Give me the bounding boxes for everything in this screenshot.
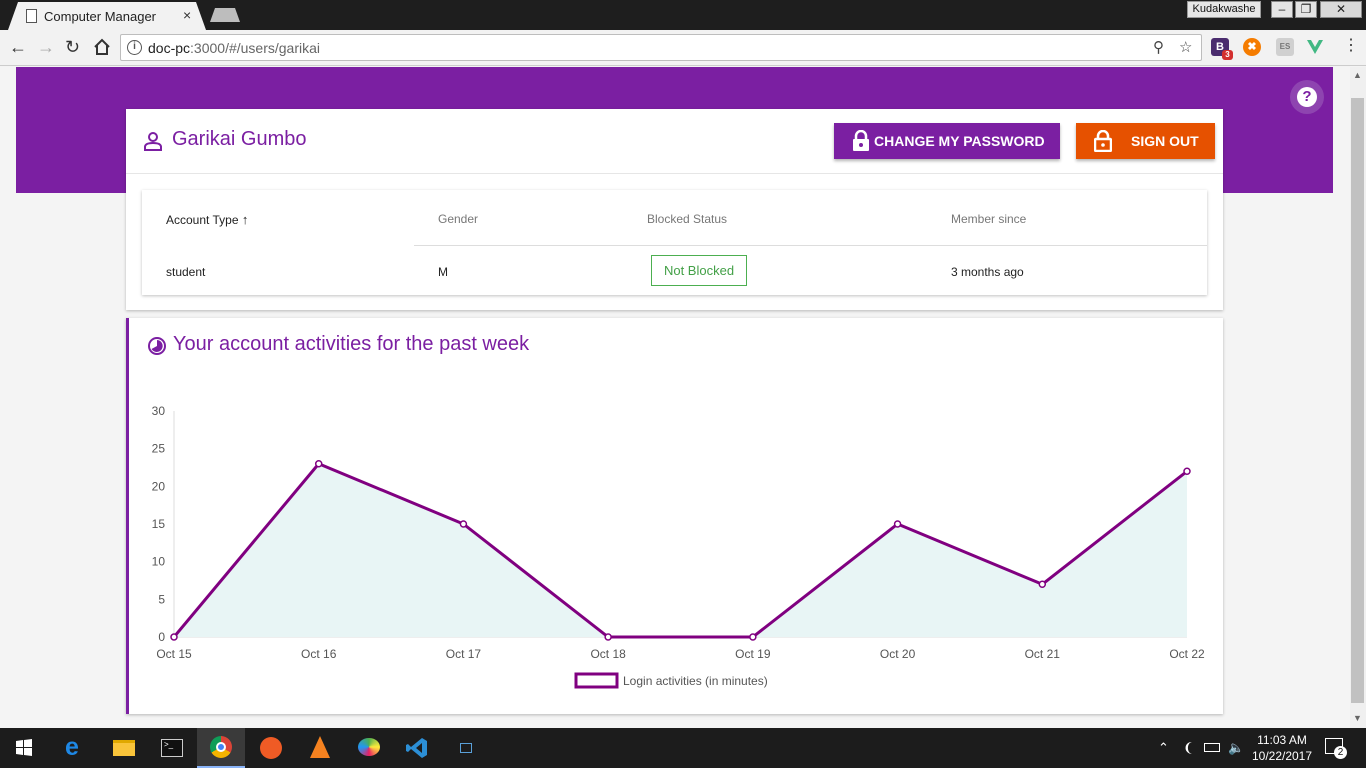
open-lock-icon [1094,130,1112,152]
data-point [1038,580,1047,589]
data-point [893,520,902,528]
wifi-icon[interactable]: ❨ [1183,740,1194,756]
address-bar[interactable]: i doc-pc:3000/#/users/garikai ⚲ ☆ [120,34,1202,61]
visual-studio-code-icon[interactable] [393,728,441,768]
forward-arrow-icon[interactable]: → [37,36,55,58]
data-point [170,633,178,641]
account-info-table: Account Type ↑ Gender Blocked Status Mem… [142,190,1207,295]
profile-button[interactable]: Kudakwashe [1187,1,1261,18]
windows-start-icon[interactable] [0,728,48,768]
legend-swatch [574,672,619,689]
x-tick-label: Oct 15 [156,647,192,661]
change-password-button[interactable]: CHANGE MY PASSWORD [834,123,1060,159]
user-name: Garikai Gumbo [172,128,307,150]
browser-tab[interactable]: Computer Manager × [8,2,206,30]
browser-toolbar: ← → ↻ i doc-pc:3000/#/users/garikai ⚲ ☆ … [0,30,1366,66]
y-tick-label: 25 [152,442,166,456]
y-tick-label: 30 [152,404,166,418]
file-explorer-icon[interactable] [99,728,147,768]
page-content: ? Garikai Gumbo CHANGE MY PASSWORD SIGN … [0,67,1350,728]
browser-tab-strip: Computer Manager × Kudakwashe – ❐ ✕ [0,0,1366,30]
activity-line-chart: 0 5 10 15 20 25 30 Oct 15 Oct 16 Oct 17 Oct 18 Oct … [152,404,1205,689]
x-tick-label: Oct 17 [446,647,482,661]
profile-card: Garikai Gumbo CHANGE MY PASSWORD SIGN OU… [126,109,1223,310]
terminal-icon[interactable]: >_ [148,728,196,768]
site-info-icon[interactable]: i [127,40,142,55]
url-text: doc-pc:3000/#/users/garikai [148,40,320,56]
x-tick-label: Oct 22 [1169,647,1205,661]
x-tick-label: Oct 19 [735,647,771,661]
legend-label: Login activities (in minutes) [623,674,768,688]
extension-es-icon[interactable]: ES [1276,38,1294,56]
scroll-up-arrow-icon[interactable]: ▲ [1353,70,1362,80]
paint-icon[interactable] [344,728,392,768]
restore-button[interactable]: ❐ [1295,1,1317,18]
header-separator [414,245,1207,246]
page-icon [26,9,37,23]
vlc-icon[interactable] [295,728,343,768]
data-point [314,459,323,468]
minimize-button[interactable]: – [1271,1,1293,18]
cell-gender: M [438,265,448,279]
data-point [1183,467,1191,476]
edge-icon[interactable]: e [51,728,99,768]
notification-count: 2 [1334,746,1347,759]
battery-icon[interactable] [1204,743,1220,752]
y-tick-label: 20 [152,479,166,493]
header-separator [142,245,414,246]
bookmark-star-icon[interactable]: ☆ [1179,38,1192,56]
key-icon[interactable]: ⚲ [1153,38,1164,56]
y-tick-label: 15 [152,517,166,531]
x-tick-label: Oct 16 [301,647,337,661]
close-window-button[interactable]: ✕ [1320,1,1362,18]
y-tick-label: 10 [152,555,166,569]
tab-title: Computer Manager [44,9,156,24]
windows-taskbar: e >_ ⌃ ❨ 🔈 11:03 AM 10/22/2017 2 [0,728,1366,768]
data-point [604,633,612,641]
data-point [749,633,757,641]
y-tick-label: 0 [158,630,165,644]
app-icon[interactable] [442,728,490,768]
column-header-member-since[interactable]: Member since [951,212,1026,226]
cell-account-type: student [166,265,206,279]
postman-icon[interactable] [246,728,294,768]
new-tab-button[interactable] [210,8,240,22]
column-header-blocked-status[interactable]: Blocked Status [647,212,727,226]
back-arrow-icon[interactable]: ← [9,36,27,58]
help-icon: ? [1297,87,1317,107]
person-icon [144,132,162,151]
cell-member-since: 3 months ago [951,265,1024,279]
help-button[interactable]: ? [1290,80,1324,114]
x-tick-label: Oct 21 [1025,647,1061,661]
scrollbar-thumb[interactable] [1351,98,1364,703]
home-icon[interactable] [93,38,111,56]
series-area [174,463,1187,637]
scroll-down-arrow-icon[interactable]: ▼ [1353,713,1362,723]
menu-icon[interactable]: ⋮ [1343,35,1359,57]
volume-icon[interactable]: 🔈 [1228,740,1244,756]
vue-devtools-icon[interactable] [1306,38,1324,56]
column-header-account-type[interactable]: Account Type ↑ [166,212,248,227]
show-hidden-icons-icon[interactable]: ⌃ [1158,740,1169,756]
tab-close-icon[interactable]: × [183,7,191,23]
status-badge: Not Blocked [651,255,747,286]
x-tick-label: Oct 18 [590,647,626,661]
data-point [459,520,468,528]
reload-icon[interactable]: ↻ [65,36,80,58]
sort-arrow-icon: ↑ [241,212,249,227]
sign-out-button[interactable]: SIGN OUT [1076,123,1215,159]
card-divider [126,173,1223,174]
x-tick-label: Oct 20 [880,647,916,661]
y-tick-label: 5 [158,592,165,606]
system-clock[interactable]: 11:03 AM 10/22/2017 [1250,732,1314,764]
activity-chart-card: Your account activities for the past wee… [126,318,1223,714]
chrome-icon[interactable] [197,728,245,768]
column-header-gender[interactable]: Gender [438,212,478,226]
lock-icon [853,130,869,151]
extension-orange-icon[interactable]: ✖ [1243,38,1261,56]
page-scrollbar[interactable]: ▲ ▼ [1350,67,1366,728]
extension-badge: 3 [1222,50,1233,60]
